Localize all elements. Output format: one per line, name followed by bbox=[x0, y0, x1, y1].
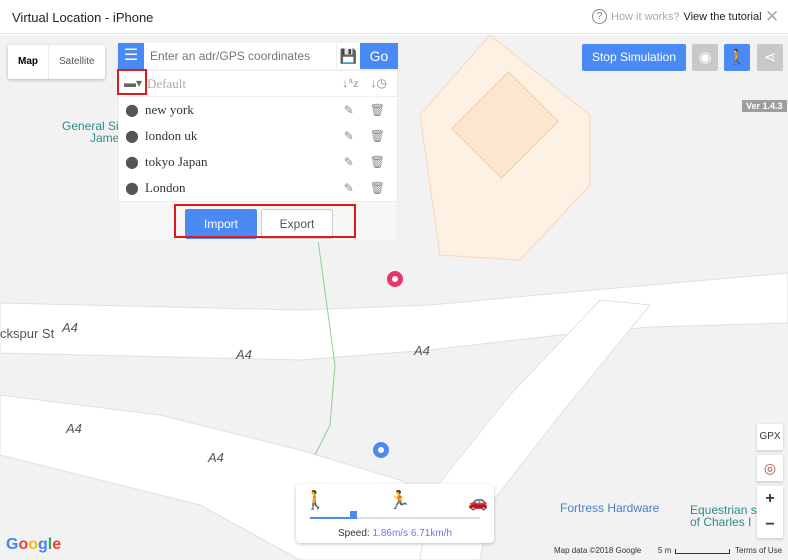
walk-mode-icon[interactable]: 🚶 bbox=[724, 44, 750, 71]
poi-label: Fortress Hardware bbox=[560, 501, 660, 515]
list-item[interactable]: ⬤ new york ✎ 🗑 bbox=[119, 97, 397, 123]
pin-icon: ⬤ bbox=[125, 128, 139, 143]
multi-stop-icon[interactable]: ⋖ bbox=[757, 44, 783, 71]
satellite-button[interactable]: Satellite bbox=[49, 45, 105, 79]
speed-slider-handle[interactable] bbox=[349, 511, 357, 519]
trash-icon[interactable]: 🗑 bbox=[370, 103, 385, 118]
search-bar: ☰ 💾 Go bbox=[118, 43, 398, 69]
help-icon: ? bbox=[592, 9, 607, 24]
teleport-icon[interactable]: ◉ bbox=[692, 44, 718, 71]
poi-label: of Charles I bbox=[690, 515, 752, 529]
go-button[interactable]: Go bbox=[360, 43, 398, 69]
group-name: Default bbox=[147, 75, 186, 91]
zoom-in-button[interactable]: + bbox=[757, 486, 783, 512]
stop-simulation-button[interactable]: Stop Simulation bbox=[582, 44, 686, 71]
gpx-button[interactable]: GPX bbox=[757, 424, 783, 450]
list-item[interactable]: ⬤ tokyo Japan ✎ 🗑 bbox=[119, 149, 397, 175]
search-input[interactable] bbox=[144, 43, 336, 69]
map-label: Jame bbox=[90, 131, 120, 145]
speed-label: Speed: bbox=[338, 528, 370, 539]
version-label: Ver 1.4.3 bbox=[742, 100, 787, 112]
pin-icon: ⬤ bbox=[125, 180, 139, 195]
pin-icon: ⬤ bbox=[125, 102, 139, 117]
location-panel: ☰ 💾 Go ▬▾ Default ↓ᴬz↓◷ ⬤new york✎🗑 ⬤lon… bbox=[117, 43, 398, 242]
street-label: ckspur St bbox=[0, 326, 55, 341]
trash-icon[interactable]: 🗑 bbox=[370, 129, 385, 144]
sort-alpha-icon[interactable]: ↓ᴬz bbox=[342, 76, 358, 91]
pin-icon: ⬤ bbox=[125, 154, 139, 169]
highlight-box bbox=[174, 204, 356, 238]
help-text: How it works? bbox=[611, 10, 680, 23]
highlight-box bbox=[117, 69, 147, 95]
speed-value: 1.86m/s 6.71km/h bbox=[372, 528, 452, 539]
blue-location-pin[interactable] bbox=[373, 442, 389, 458]
item-label: london uk bbox=[145, 128, 198, 143]
road-label: A4 bbox=[236, 347, 252, 362]
road-label: A4 bbox=[66, 421, 82, 436]
window-title: Virtual Location - iPhone bbox=[12, 10, 154, 25]
list-icon[interactable]: ☰ bbox=[118, 43, 144, 69]
close-icon[interactable]: ✕ bbox=[765, 7, 779, 27]
walk-icon[interactable]: 🚶 bbox=[304, 490, 326, 511]
google-logo: Google bbox=[6, 536, 62, 553]
scale-bar bbox=[675, 549, 730, 554]
edit-icon[interactable]: ✎ bbox=[344, 129, 354, 144]
zoom-out-button[interactable]: − bbox=[757, 512, 783, 538]
title-bar: Virtual Location - iPhone ? How it works… bbox=[0, 0, 788, 34]
locate-icon[interactable]: ◎ bbox=[757, 455, 783, 481]
terms-link[interactable]: Terms of Use bbox=[735, 546, 782, 555]
edit-icon[interactable]: ✎ bbox=[344, 103, 354, 118]
item-label: tokyo Japan bbox=[145, 154, 208, 169]
save-icon[interactable]: 💾 bbox=[336, 43, 360, 69]
scale-label: 5 m bbox=[658, 546, 672, 555]
map-type-toggle: Map Satellite bbox=[8, 45, 105, 79]
trash-icon[interactable]: 🗑 bbox=[370, 155, 385, 170]
edit-icon[interactable]: ✎ bbox=[344, 155, 354, 170]
saved-locations-list: ▬▾ Default ↓ᴬz ↓◷ ⬤ new york ✎ 🗑 ⬤ london uk ✎… bbox=[117, 69, 398, 202]
map[interactable]: General Si Jame ckspur St A4 A4 A4 A4 A4… bbox=[0, 35, 788, 560]
map-button[interactable]: Map bbox=[8, 45, 49, 79]
help: ? How it works? View the tutorial bbox=[592, 9, 762, 24]
item-label: London bbox=[145, 180, 186, 195]
red-location-pin[interactable] bbox=[387, 271, 403, 287]
list-item[interactable]: ⬤ london uk ✎ 🗑 bbox=[119, 123, 397, 149]
road-label: A4 bbox=[62, 320, 78, 335]
run-icon[interactable]: 🏃 bbox=[388, 490, 410, 511]
tutorial-link[interactable]: View the tutorial bbox=[683, 11, 761, 23]
speed-readout: Speed: 1.86m/s 6.71km/h bbox=[296, 528, 494, 539]
zoom-control: + − bbox=[757, 486, 783, 538]
list-header: ▬▾ Default ↓ᴬz ↓◷ bbox=[117, 69, 397, 97]
import-export-bar: Import Export bbox=[118, 202, 398, 242]
speed-panel: 🚶 🏃 🚗 Speed: 1.86m/s 6.71km/h bbox=[296, 484, 494, 543]
trash-icon[interactable]: 🗑 bbox=[370, 181, 385, 196]
road-label: A4 bbox=[414, 343, 430, 358]
speed-slider[interactable] bbox=[310, 511, 480, 519]
map-data-text: Map data ©2018 Google bbox=[554, 546, 642, 555]
list-item[interactable]: ⬤ London ✎ 🗑 bbox=[119, 175, 397, 201]
sort-time-icon[interactable]: ↓◷ bbox=[371, 76, 387, 91]
edit-icon[interactable]: ✎ bbox=[344, 181, 354, 196]
item-label: new york bbox=[145, 102, 194, 117]
road-label: A4 bbox=[208, 450, 224, 465]
car-icon[interactable]: 🚗 bbox=[468, 492, 488, 512]
